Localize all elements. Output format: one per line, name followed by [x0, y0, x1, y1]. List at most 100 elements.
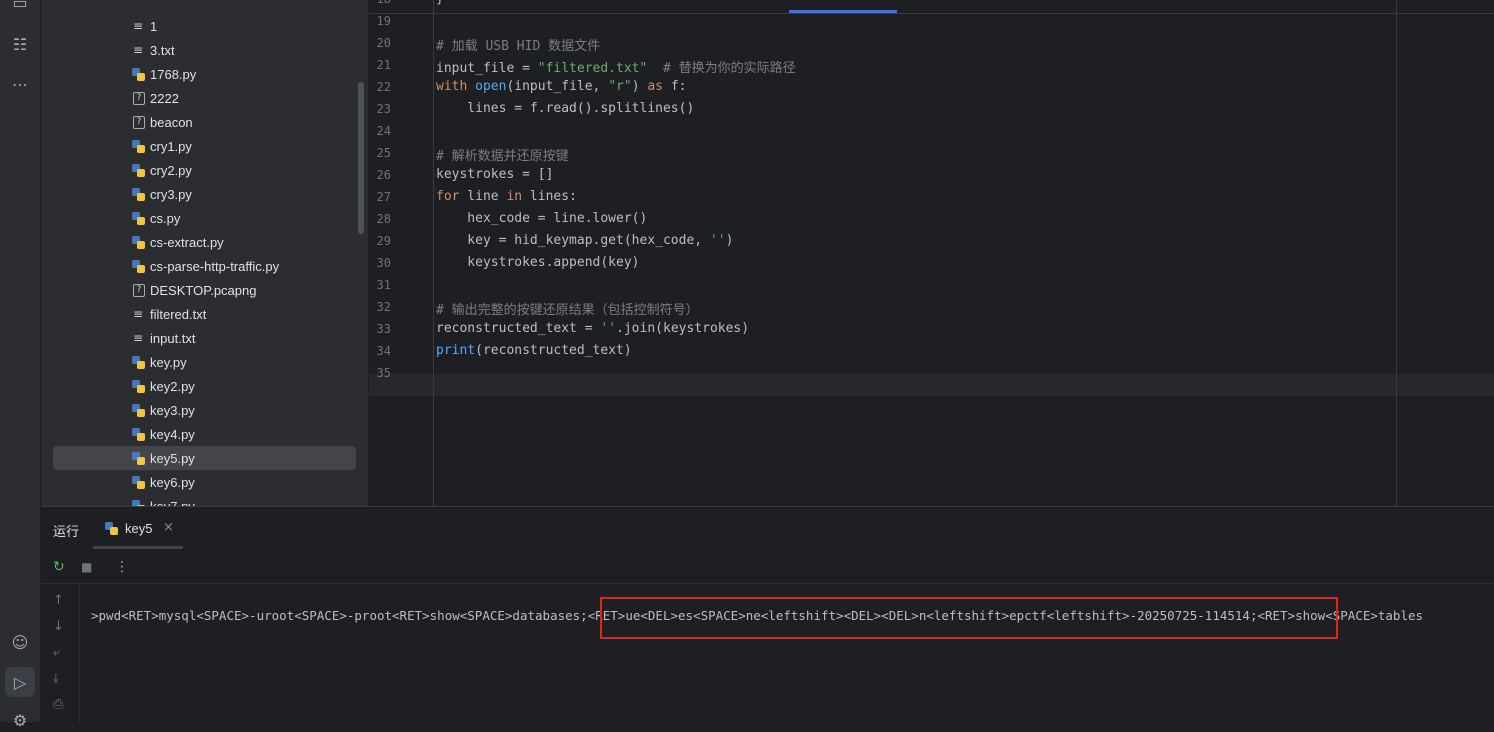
tree-item[interactable]: key7.py: [53, 494, 356, 506]
tree-item[interactable]: cry3.py: [53, 182, 356, 206]
code-line: input_file = "filtered.txt" # 替换为你的实际路径: [436, 61, 796, 76]
tree-item-label: key5.py: [150, 450, 195, 466]
close-icon[interactable]: ×: [163, 520, 174, 535]
python-file-icon: [131, 451, 145, 465]
line-number: 35: [376, 366, 391, 380]
code-editor[interactable]: 18} 19 20 # 加载 USB HID 数据文件 21 input_file = "…: [369, 0, 1494, 506]
tree-item[interactable]: ≡ input.txt: [53, 326, 356, 350]
tree-item[interactable]: key3.py: [53, 398, 356, 422]
structure-icon[interactable]: ☷: [8, 32, 32, 56]
run-tab-label: key5: [125, 521, 153, 536]
text-file-icon: ≡: [132, 307, 144, 321]
code-line: key = hid_keymap.get(hex_code, ''): [436, 233, 734, 248]
line-number: 28: [376, 212, 391, 226]
project-tree-scrollbar[interactable]: [358, 82, 364, 234]
project-tree: ≡ 1 ≡ 3.txt 1768.py? 2222? beacon cry1.py cry2.p…: [41, 0, 368, 506]
tree-item-label: beacon: [150, 114, 193, 130]
tree-item-label: cs-extract.py: [150, 234, 224, 250]
tree-item-label: cs.py: [150, 210, 181, 226]
tree-item-label: cs-parse-http-traffic.py: [150, 258, 280, 274]
code-line: }: [436, 0, 444, 6]
line-number: 23: [376, 102, 391, 116]
code-line: lines = f.read().splitlines(): [436, 101, 695, 116]
scroll-up-icon[interactable]: ↑: [53, 593, 64, 608]
tab-key5[interactable]: key5 ×: [93, 507, 183, 549]
tree-item[interactable]: key6.py: [53, 470, 356, 494]
line-number: 26: [376, 168, 391, 182]
code-line: # 解析数据并还原按键: [436, 149, 569, 164]
code-line: keystrokes = []: [436, 167, 554, 182]
tree-item[interactable]: ? beacon: [53, 110, 356, 134]
tree-item[interactable]: cs-extract.py: [53, 230, 356, 254]
run-tool-window: 运行 key5 × ↻ ■ ⋮ ↑ ↓ ⤶ ⤓ ⎙ >pwd<RET>mysql<SPA…: [41, 506, 1494, 723]
tree-item-label: 3.txt: [150, 42, 175, 58]
line-number: 32: [376, 300, 391, 314]
tree-item[interactable]: ≡ 3.txt: [53, 38, 356, 62]
python-file-icon: [131, 427, 145, 441]
python-file-icon: [131, 403, 145, 417]
tree-item[interactable]: ≡ 1: [53, 14, 356, 38]
line-number: 18: [369, 0, 391, 6]
project-icon[interactable]: ▭: [8, 0, 32, 14]
tree-item-label: 2222: [150, 90, 179, 106]
soft-wrap-icon[interactable]: ⤶: [53, 645, 60, 660]
more-icon[interactable]: ⋯: [8, 72, 32, 96]
python-file-icon: [131, 211, 145, 225]
tree-item[interactable]: key5.py: [53, 446, 356, 470]
current-line-highlight: [369, 374, 1494, 396]
text-file-icon: ≡: [132, 43, 144, 57]
run-panel-title: 运行: [53, 525, 80, 540]
tree-item-label: key.py: [150, 354, 187, 370]
code-line: # 加载 USB HID 数据文件: [436, 39, 601, 54]
tree-item[interactable]: 1768.py: [53, 62, 356, 86]
code-line: keystrokes.append(key): [436, 255, 640, 270]
text-file-icon: ≡: [132, 331, 144, 345]
python-file-icon: [131, 139, 145, 153]
tree-item-label: input.txt: [150, 330, 196, 346]
scroll-to-end-icon[interactable]: ⤓: [53, 671, 59, 686]
unknown-file-icon: ?: [133, 283, 145, 297]
tree-item[interactable]: ≡ filtered.txt: [53, 302, 356, 326]
tree-item[interactable]: cry1.py: [53, 134, 356, 158]
print-icon[interactable]: ⎙: [53, 697, 63, 712]
line-number: 25: [376, 146, 391, 160]
services-icon[interactable]: ⚙: [8, 708, 32, 732]
activity-bar: ▭ ☷ ⋯ ☺ ▷ ⚙: [0, 0, 41, 730]
python-file-icon: [131, 67, 145, 81]
rerun-icon[interactable]: ↻: [53, 559, 65, 575]
tree-item[interactable]: cs.py: [53, 206, 356, 230]
code-line: print(reconstructed_text): [436, 343, 632, 358]
scroll-down-icon[interactable]: ↓: [53, 619, 64, 634]
tree-item-label: key6.py: [150, 474, 195, 490]
tree-item[interactable]: ? 2222: [53, 86, 356, 110]
tree-item[interactable]: cs-parse-http-traffic.py: [53, 254, 356, 278]
python-file-icon: [131, 163, 145, 177]
active-tab-indicator: [789, 10, 897, 13]
line-number: 31: [376, 278, 391, 292]
python-file-icon: [131, 499, 145, 506]
annotation-highlight-box: [600, 597, 1338, 639]
python-console-icon[interactable]: ☺: [8, 630, 32, 654]
more-options-icon[interactable]: ⋮: [115, 559, 129, 575]
unknown-file-icon: ?: [133, 115, 145, 129]
tree-item[interactable]: key4.py: [53, 422, 356, 446]
tree-item[interactable]: key2.py: [53, 374, 356, 398]
code-line: reconstructed_text = ''.join(keystrokes): [436, 321, 750, 336]
python-file-icon: [131, 187, 145, 201]
stop-icon[interactable]: ■: [81, 560, 92, 574]
code-line: hex_code = line.lower(): [436, 211, 648, 226]
tree-item[interactable]: key.py: [53, 350, 356, 374]
python-file-icon: [131, 235, 145, 249]
tree-item[interactable]: ? DESKTOP.pcapng: [53, 278, 356, 302]
right-margin-guide: [1396, 0, 1397, 506]
run-header: 运行 key5 ×: [41, 507, 1494, 549]
tree-item-label: filtered.txt: [150, 306, 207, 322]
tree-item-label: 1768.py: [150, 66, 197, 82]
tree-item-label: cry2.py: [150, 162, 192, 178]
run-icon[interactable]: ▷: [5, 667, 35, 697]
line-number: 30: [376, 256, 391, 270]
tree-item[interactable]: cry2.py: [53, 158, 356, 182]
run-toolbar: ↻ ■ ⋮: [41, 549, 1494, 584]
tree-item-label: 1: [150, 18, 158, 34]
tree-item-label: DESKTOP.pcapng: [150, 282, 257, 298]
